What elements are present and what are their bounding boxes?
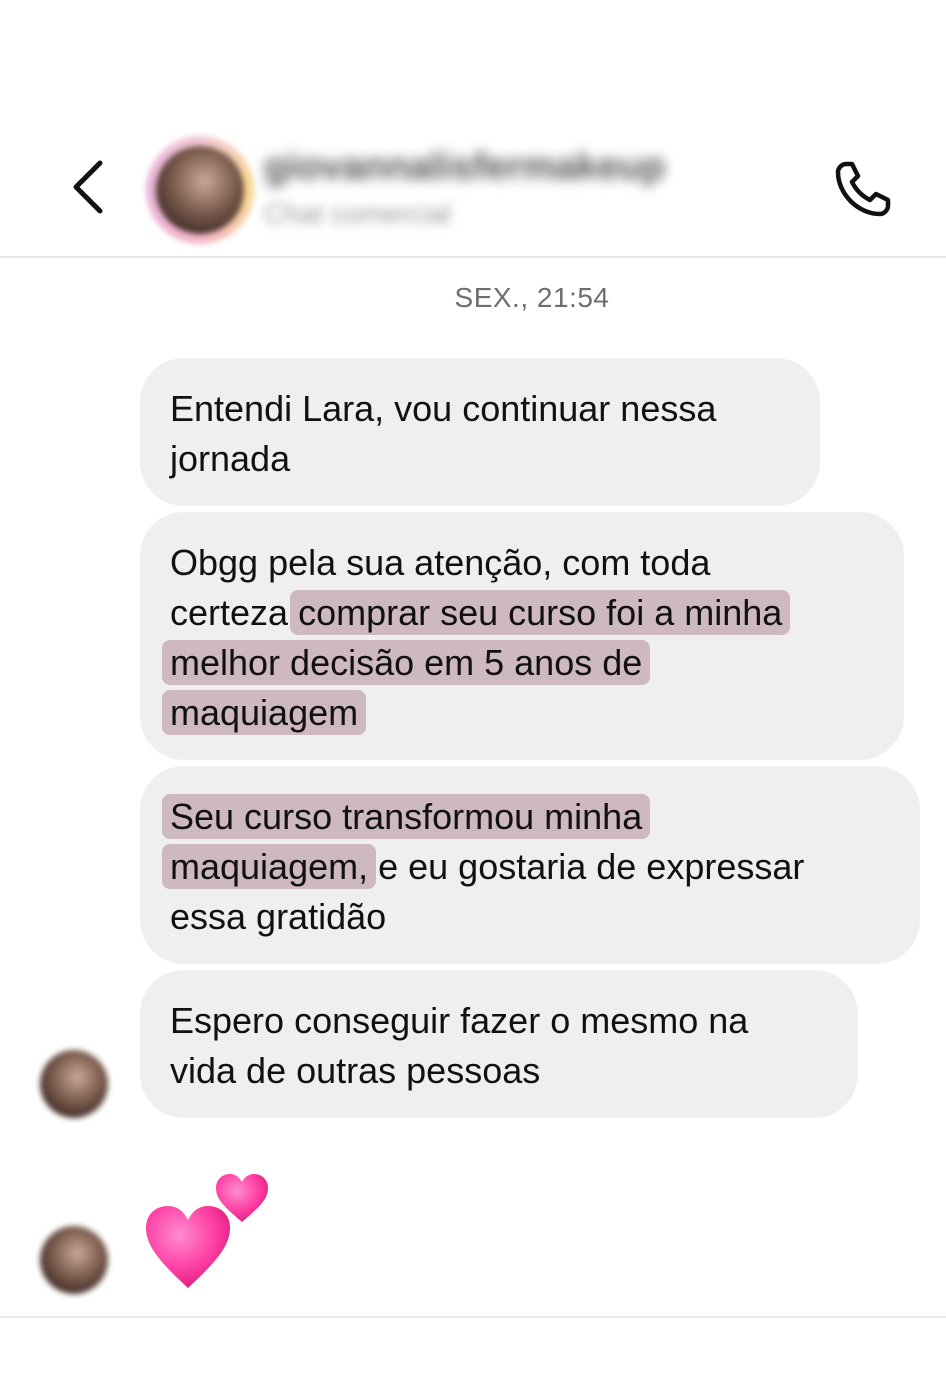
highlighted-text: melhor decisão em 5 anos de [162,640,651,685]
chevron-left-icon [73,160,103,214]
highlighted-text: Seu curso transformou minha [162,794,651,839]
account-subtitle: Chat comercial [264,198,451,229]
message-text: certeza [170,592,299,633]
profile-avatar[interactable] [146,136,254,244]
message-text: vida de outras pessoas [170,1050,541,1091]
message-bubble[interactable]: Obgg pela sua atenção, com toda certeza … [140,512,904,760]
message-text: jornada [170,438,291,479]
message-text-line: melhor decisão em 5 anos de [162,638,874,688]
sender-avatar[interactable] [40,1226,108,1294]
message-text-line: maquiagem [162,688,874,738]
message-text: Obgg pela sua atenção, com toda [170,542,711,583]
message-bubble[interactable]: Espero conseguir fazer o mesmo na vida d… [140,970,858,1118]
avatar-image [156,146,244,234]
message-bubble[interactable]: Entendi Lara, vou continuar nessa jornad… [140,358,820,506]
message-text-line: maquiagem, e eu gostaria de expressar [162,842,890,892]
heart-reaction[interactable] [140,1162,280,1292]
chat-header: giovannalisfermakeup Chat comercial [0,0,946,258]
call-button[interactable] [832,158,894,220]
back-button[interactable] [66,155,114,219]
highlighted-text: maquiagem, [162,844,377,889]
message-text-line: Seu curso transformou minha [162,792,890,842]
message-timestamp: SEX., 21:54 [454,282,610,313]
composer-divider [0,1316,946,1318]
highlighted-text: maquiagem [162,690,367,735]
message-bubble[interactable]: Seu curso transformou minha maquiagem, e… [140,766,920,964]
message-text: essa gratidão [170,896,387,937]
phone-icon [835,161,891,217]
message-text-line: certeza comprar seu curso foi a minha [170,588,874,638]
highlighted-text: comprar seu curso foi a minha [290,590,791,635]
message-text: e eu gostaria de expressar [368,846,805,887]
username[interactable]: giovannalisfermakeup [264,146,665,189]
two-hearts-icon [146,1174,268,1288]
sender-avatar[interactable] [40,1050,108,1118]
message-text: Entendi Lara, vou continuar nessa [170,388,717,429]
message-text: Espero conseguir fazer o mesmo na [170,1000,749,1041]
